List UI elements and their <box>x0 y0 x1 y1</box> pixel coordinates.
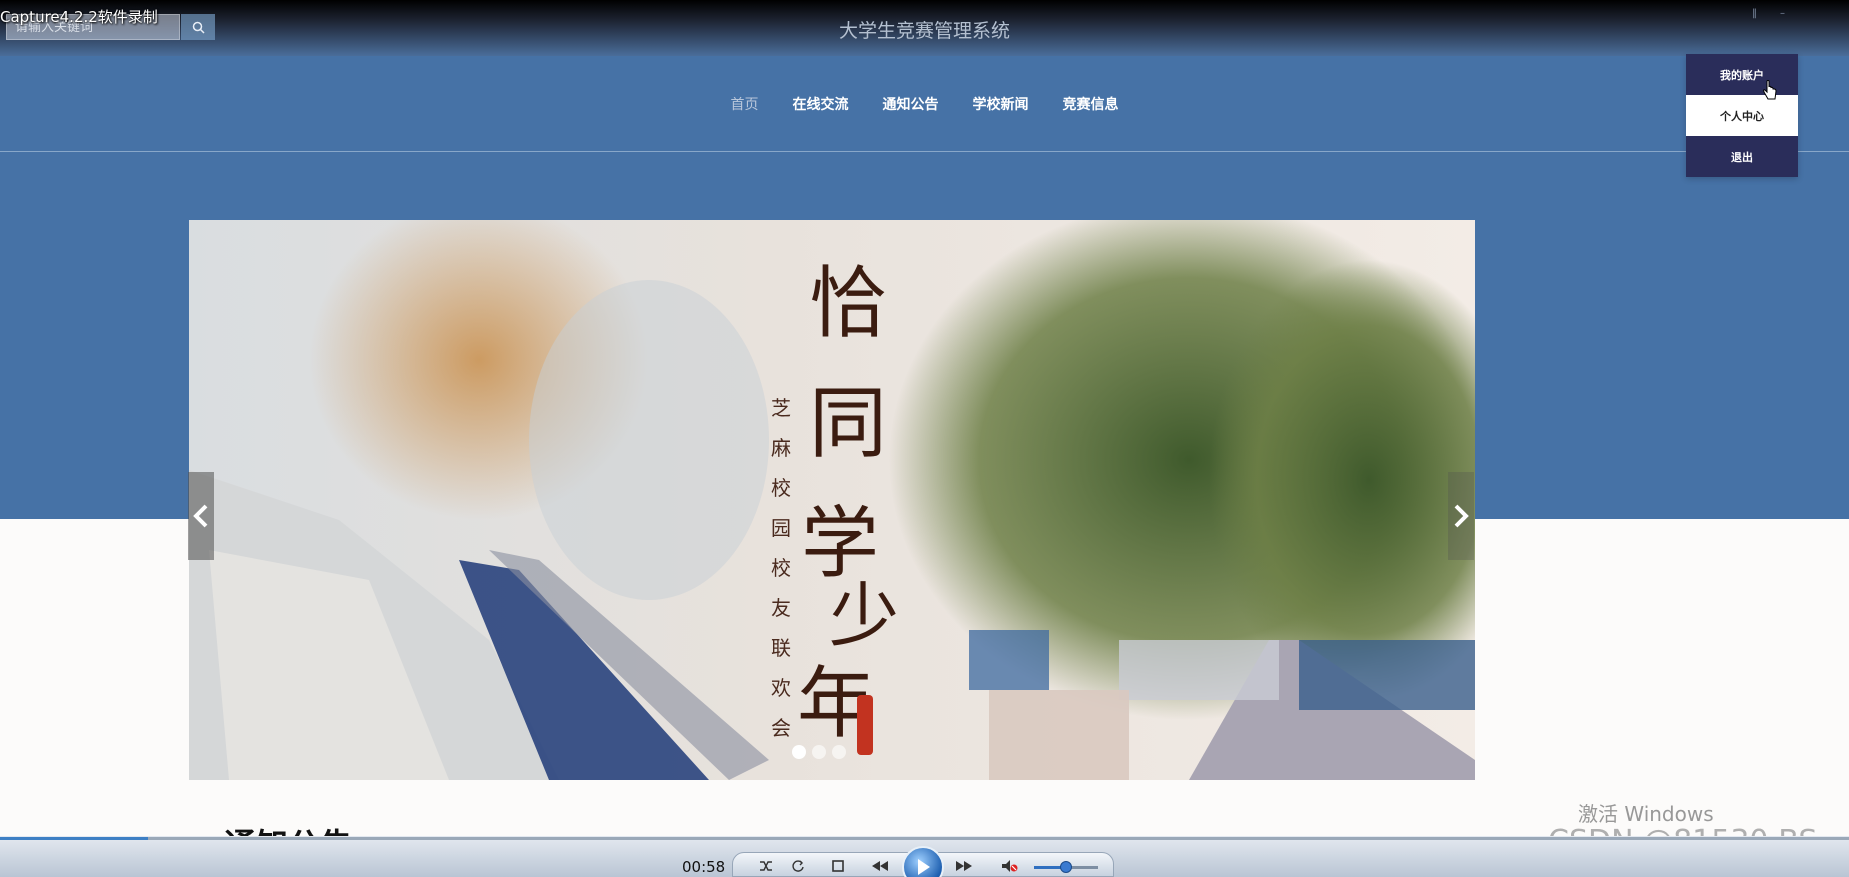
repeat-icon <box>792 860 804 872</box>
chevron-right-icon <box>1454 504 1469 528</box>
stop-button[interactable] <box>828 856 848 876</box>
shuffle-button[interactable] <box>756 856 776 876</box>
svg-text:园: 园 <box>771 516 791 540</box>
svg-text:欢: 欢 <box>771 676 791 700</box>
svg-text:联: 联 <box>771 636 791 660</box>
hand-cursor-icon <box>1763 80 1777 100</box>
window-pin-icon[interactable]: ‖ <box>1752 8 1757 19</box>
carousel-dot[interactable] <box>812 745 826 759</box>
repeat-button[interactable] <box>788 856 808 876</box>
volume-slider-handle[interactable] <box>1060 861 1072 873</box>
menu-item-logout[interactable]: 退出 <box>1686 136 1798 177</box>
recorder-caption: Capture4.2.2软件录制 <box>0 8 158 26</box>
nav-item-home[interactable]: 首页 <box>714 94 776 114</box>
carousel-dot[interactable] <box>832 745 846 759</box>
nav-item-online-chat[interactable]: 在线交流 <box>776 94 866 114</box>
mute-speaker-icon <box>1002 860 1018 872</box>
activate-windows-watermark: 激活 Windows <box>1578 802 1714 826</box>
stop-icon <box>832 860 844 872</box>
svg-text:会: 会 <box>771 716 791 740</box>
carousel-next-button[interactable] <box>1448 472 1474 560</box>
carousel-indicators <box>792 745 846 759</box>
nav-item-school-news[interactable]: 学校新闻 <box>956 94 1046 114</box>
fast-forward-icon <box>956 861 972 871</box>
main-nav: 首页 在线交流 通知公告 学校新闻 竞赛信息 <box>0 56 1849 152</box>
nav-item-notices[interactable]: 通知公告 <box>866 94 956 114</box>
window-minimize-icon[interactable]: – <box>1780 8 1785 19</box>
nav-item-competition-info[interactable]: 竞赛信息 <box>1046 94 1136 114</box>
site-title: 大学生竞赛管理系统 <box>838 20 1010 42</box>
svg-text:友: 友 <box>771 596 791 620</box>
carousel-prev-button[interactable] <box>188 472 214 560</box>
fast-forward-button[interactable] <box>954 856 974 876</box>
rewind-button[interactable] <box>870 856 890 876</box>
carousel-dot[interactable] <box>792 745 806 759</box>
playback-time: 00:58 <box>682 858 726 876</box>
svg-text:同: 同 <box>809 379 887 469</box>
seek-bar-fill <box>0 837 148 840</box>
chevron-left-icon <box>193 504 208 528</box>
menu-item-personal-center[interactable]: 个人中心 <box>1686 95 1798 136</box>
banner-carousel[interactable]: 恰 同 学 少 年 芝麻校 园校友 联欢会 <box>189 220 1475 780</box>
svg-text:芝: 芝 <box>771 396 791 420</box>
svg-text:校: 校 <box>771 556 791 580</box>
account-dropdown: 我的账户 个人中心 退出 <box>1686 54 1798 177</box>
shuffle-icon <box>760 861 772 871</box>
mute-button[interactable] <box>1000 856 1020 876</box>
svg-text:麻: 麻 <box>771 436 791 460</box>
menu-item-my-account[interactable]: 我的账户 <box>1686 54 1798 95</box>
svg-text:校: 校 <box>771 476 791 500</box>
banner-image: 恰 同 学 少 年 芝麻校 园校友 联欢会 <box>189 220 1475 780</box>
svg-text:少: 少 <box>829 575 899 657</box>
banner-headline-char-1: 恰 <box>809 259 887 349</box>
seek-bar[interactable] <box>0 837 1849 840</box>
play-icon <box>918 859 930 875</box>
rewind-icon <box>872 861 888 871</box>
